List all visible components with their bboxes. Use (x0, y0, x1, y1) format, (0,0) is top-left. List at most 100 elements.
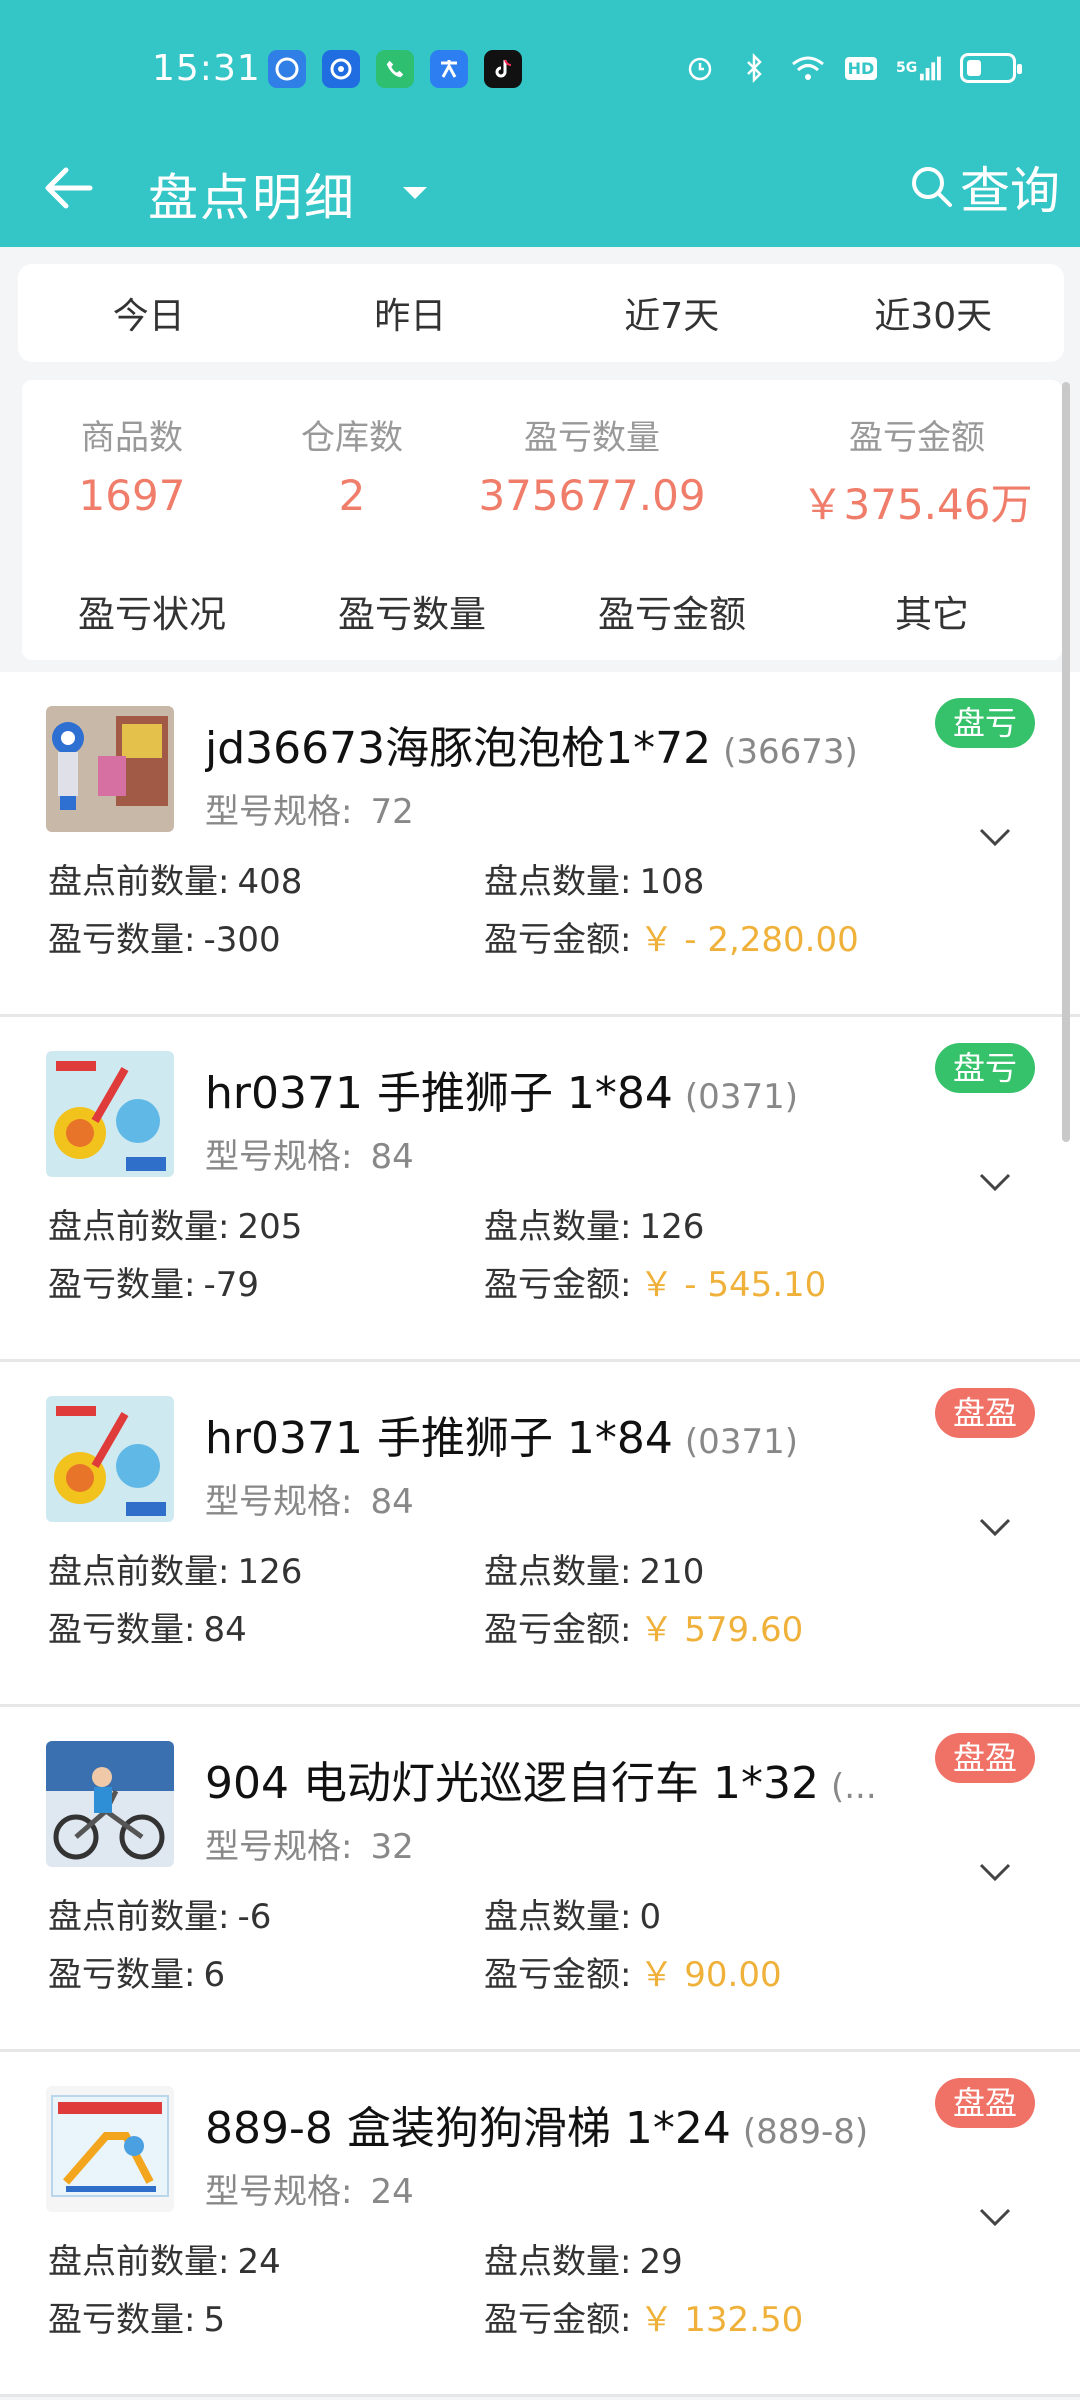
counted-quantity: 盘点数量: 108 (484, 854, 704, 903)
spec-value: 84 (370, 1137, 414, 1177)
counted-value: 210 (639, 1552, 705, 1592)
expand-button[interactable] (970, 2192, 1020, 2242)
amount-value: ￥ 132.50 (639, 2300, 804, 2340)
product-spec: 型号规格: 32 (205, 1819, 414, 1868)
stat-diff-quantity: 盈亏数量 375677.09 (462, 410, 722, 520)
status-badge: 盘盈 (935, 1388, 1035, 1438)
counted-quantity: 盘点数量: 210 (484, 1544, 704, 1593)
stat-label: 仓库数 (301, 418, 403, 458)
product-code: (889-8) (742, 2112, 869, 2152)
stat-warehouse-count: 仓库数 2 (272, 410, 432, 520)
diff-label: 盈亏数量: (48, 1265, 196, 1305)
signal-5g-icon: 5G (896, 50, 942, 86)
status-app-icons (268, 50, 522, 88)
counted-label: 盘点数量: (484, 1552, 632, 1592)
amount-label: 盈亏金额: (484, 1955, 632, 1995)
search-icon (912, 167, 952, 207)
spec-label: 型号规格: (205, 1482, 353, 1522)
counted-quantity: 盘点数量: 29 (484, 2234, 683, 2283)
product-name: hr0371 手推狮子 1*84 (205, 1413, 673, 1464)
expand-button[interactable] (970, 812, 1020, 862)
spec-value: 72 (370, 792, 414, 832)
product-spec: 型号规格: 24 (205, 2164, 414, 2213)
sort-by-amount[interactable]: 盈亏金额 (542, 585, 802, 645)
stat-value: ￥375.46万 (801, 480, 1033, 529)
scrollbar[interactable] (1062, 382, 1070, 1142)
chevron-down-icon (979, 1173, 1011, 1192)
counted-value: 108 (639, 862, 705, 902)
expand-button[interactable] (970, 1157, 1020, 1207)
tab-yesterday[interactable]: 昨日 (280, 264, 542, 362)
tab-last-30-days[interactable]: 近30天 (803, 264, 1065, 362)
tiktok-icon (484, 50, 522, 88)
caret-down-icon (403, 187, 427, 199)
sort-by-status[interactable]: 盈亏状况 (22, 585, 282, 645)
hd-icon: HD (844, 50, 878, 86)
counted-label: 盘点数量: (484, 2242, 632, 2282)
before-label: 盘点前数量: (48, 1897, 230, 1937)
spec-label: 型号规格: (205, 792, 353, 832)
list-item[interactable]: hr0371 手推狮子 1*84 (0371) 型号规格: 84 盘盈 盘点前数量:… (0, 1362, 1080, 1707)
before-quantity: 盘点前数量: 126 (48, 1544, 302, 1593)
counted-label: 盘点数量: (484, 1897, 632, 1937)
expand-button[interactable] (970, 1502, 1020, 1552)
chevron-down-icon (979, 1518, 1011, 1537)
inventory-list: jd36673海豚泡泡枪1*72 (36673) 型号规格: 72 盘亏 盘点前数量… (0, 672, 1080, 2397)
diff-value: 5 (203, 2300, 226, 2340)
list-item[interactable]: 889-8 盒装狗狗滑梯 1*24 (889-8) 型号规格: 24 盘盈 盘点前数… (0, 2052, 1080, 2397)
status-badge: 盘盈 (935, 1733, 1035, 1783)
before-value: -6 (237, 1897, 272, 1937)
query-button[interactable]: 查询 (910, 152, 1060, 222)
title-dropdown-toggle[interactable] (390, 168, 440, 218)
chevron-down-icon (979, 2208, 1011, 2227)
page-title[interactable]: 盘点明细 (148, 158, 356, 230)
product-spec: 型号规格: 72 (205, 784, 414, 833)
diff-quantity: 盈亏数量: 84 (48, 1602, 247, 1651)
alarm-icon (682, 50, 718, 86)
summary-card: 商品数 1697 仓库数 2 盈亏数量 375677.09 盈亏金额 ￥375.… (22, 380, 1062, 660)
header: 15:31 HD 5G 盘点明细 查询 (0, 0, 1080, 247)
amount-label: 盈亏金额: (484, 1610, 632, 1650)
diff-quantity: 盈亏数量: -79 (48, 1257, 259, 1306)
before-label: 盘点前数量: (48, 2242, 230, 2282)
tab-last-7-days[interactable]: 近7天 (541, 264, 803, 362)
diff-amount: 盈亏金额: ￥ - 545.10 (484, 1257, 826, 1306)
browser-icon-2 (322, 50, 360, 88)
counted-label: 盘点数量: (484, 1207, 632, 1247)
diff-label: 盈亏数量: (48, 2300, 196, 2340)
sort-by-quantity[interactable]: 盈亏数量 (282, 585, 542, 645)
tab-today[interactable]: 今日 (18, 264, 280, 362)
stat-label: 盈亏金额 (849, 418, 985, 458)
diff-amount: 盈亏金额: ￥ 132.50 (484, 2292, 803, 2341)
status-badge: 盘盈 (935, 2078, 1035, 2128)
product-thumbnail (46, 2086, 174, 2212)
diff-quantity: 盈亏数量: 5 (48, 2292, 225, 2341)
diff-value: -79 (203, 1265, 260, 1305)
stat-label: 商品数 (81, 418, 183, 458)
before-quantity: 盘点前数量: 205 (48, 1199, 302, 1248)
diff-value: 84 (203, 1610, 247, 1650)
status-bar: 15:31 HD 5G (0, 0, 1080, 142)
before-quantity: 盘点前数量: 24 (48, 2234, 281, 2283)
spec-value: 24 (370, 2172, 414, 2212)
expand-button[interactable] (970, 1847, 1020, 1897)
back-button[interactable] (36, 156, 100, 220)
list-item[interactable]: jd36673海豚泡泡枪1*72 (36673) 型号规格: 72 盘亏 盘点前数量… (0, 672, 1080, 1017)
stat-diff-amount: 盈亏金额 ￥375.46万 (792, 410, 1042, 532)
before-label: 盘点前数量: (48, 1552, 230, 1592)
wifi-icon (790, 50, 826, 86)
diff-amount: 盈亏金额: ￥ 579.60 (484, 1602, 803, 1651)
list-item[interactable]: 904 电动灯光巡逻自行车 1*32 (... 型号规格: 32 盘盈 盘点前数量:… (0, 1707, 1080, 2052)
amount-label: 盈亏金额: (484, 920, 632, 960)
diff-value: -300 (203, 920, 281, 960)
amount-value: ￥ 579.60 (639, 1610, 804, 1650)
spec-label: 型号规格: (205, 1827, 353, 1867)
product-thumbnail (46, 1396, 174, 1522)
counted-value: 0 (639, 1897, 662, 1937)
product-thumbnail (46, 1051, 174, 1177)
list-item[interactable]: hr0371 手推狮子 1*84 (0371) 型号规格: 84 盘亏 盘点前数量:… (0, 1017, 1080, 1362)
before-label: 盘点前数量: (48, 862, 230, 902)
sort-other[interactable]: 其它 (802, 585, 1062, 645)
bluetooth-icon (736, 50, 772, 86)
before-value: 126 (237, 1552, 303, 1592)
